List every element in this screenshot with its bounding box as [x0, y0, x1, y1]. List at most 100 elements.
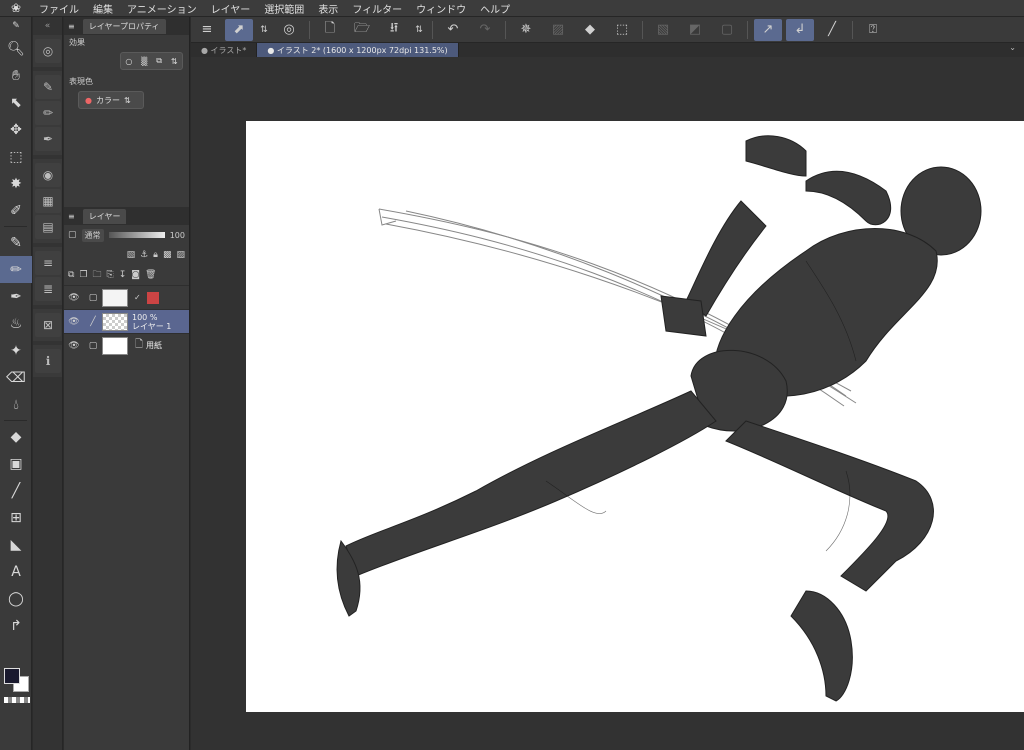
menu-layer[interactable]: レイヤー [204, 1, 258, 16]
border-effect-icon[interactable]: ○ [125, 57, 132, 66]
lock-transparent-icon[interactable]: ▩ [163, 250, 172, 260]
chevron-updown-icon[interactable]: ⇅ [257, 19, 271, 41]
tone-effect-icon[interactable]: ▒ [141, 57, 147, 66]
eye-icon[interactable]: 👁︎ [64, 317, 84, 327]
pencil-tool-icon[interactable]: ✏ [0, 256, 32, 283]
navigator-icon[interactable]: ◎ [35, 39, 61, 63]
save-icon[interactable]: ⭿ [380, 19, 408, 41]
new-folder-icon[interactable]: 🗀︎ [93, 267, 102, 283]
tool-property-icon[interactable]: ✏ [35, 101, 61, 125]
ruler-tool-icon[interactable]: ◣ [0, 531, 32, 558]
frame-tool-icon[interactable]: ⊞ [0, 504, 32, 531]
collapse-icon[interactable]: « [33, 17, 62, 35]
invert-selection-icon[interactable]: ◩ [681, 19, 709, 41]
panel-menu-icon[interactable]: ≡ [68, 22, 75, 31]
move-tool-icon[interactable]: ✥ [0, 116, 32, 143]
text-tool-icon[interactable]: A [0, 558, 32, 585]
object-tool-icon[interactable]: ⬉ [0, 89, 32, 116]
decoration-tool-icon[interactable]: ✦ [0, 337, 32, 364]
lock-icon[interactable]: 🔒︎ [153, 250, 158, 260]
redo-icon[interactable]: ↷ [471, 19, 499, 41]
deselect-icon[interactable]: ▧ [649, 19, 677, 41]
help-icon[interactable]: ⍰ [859, 19, 887, 41]
quick-access-icon[interactable]: ⬈ [225, 18, 253, 41]
color-set-icon[interactable]: ▦ [35, 189, 61, 213]
figure-tool-icon[interactable]: ╱ [0, 477, 32, 504]
snap-grid-icon[interactable]: ╱ [818, 19, 846, 41]
eye-icon[interactable]: 👁︎ [64, 341, 84, 351]
menu-filter[interactable]: フィルター [345, 1, 409, 16]
artboard[interactable] [246, 121, 1024, 712]
airbrush-tool-icon[interactable]: ♨ [0, 310, 32, 337]
fill-bucket-icon[interactable]: ◆ [576, 19, 604, 41]
undo-icon[interactable]: ↶ [439, 19, 467, 41]
material-icon[interactable]: ⊠ [35, 313, 61, 337]
chevron-updown-icon[interactable]: ⇅ [412, 19, 426, 41]
color-history-icon[interactable]: ▤ [35, 215, 61, 239]
blend-tool-icon[interactable]: 💧︎ [0, 391, 32, 418]
copy-layer-icon[interactable]: ⎘ [107, 270, 114, 280]
new-vector-layer-icon[interactable]: ❐ [79, 270, 87, 280]
eraser-tool-icon[interactable]: ⌫ [0, 364, 32, 391]
pen-icon[interactable]: ✎ [0, 17, 32, 35]
brush-tool-icon[interactable]: ✒ [0, 283, 32, 310]
menu-animation[interactable]: アニメーション [120, 1, 204, 16]
lock-checkbox[interactable]: ▢ [84, 293, 102, 303]
menu-help[interactable]: ヘルプ [473, 1, 517, 16]
expression-color-select[interactable]: ● カラー ⇅ [78, 91, 144, 109]
transparent-color-swatch[interactable] [4, 697, 30, 703]
brush-size-icon[interactable]: ✒ [35, 127, 61, 151]
layer-tab[interactable]: レイヤー [82, 208, 127, 224]
reference-icon[interactable]: ⚓ [140, 250, 148, 260]
document-tab-1[interactable]: ● イラスト* [191, 43, 258, 57]
effect-buttons[interactable]: ○ ▒ ⧉ ⇅ [120, 52, 183, 70]
blend-mode-icon[interactable]: ▢ [68, 230, 77, 240]
layer-dock-icon[interactable]: ≣ [35, 277, 61, 301]
menu-selection[interactable]: 選択範囲 [257, 1, 311, 16]
selection-tool-icon[interactable]: ⬚ [0, 143, 32, 170]
layer-color-icon[interactable]: ⧉ [156, 56, 162, 66]
color-wheel-icon[interactable]: ◉ [35, 163, 61, 187]
open-file-icon[interactable]: 🗁︎ [348, 19, 376, 41]
clear-icon[interactable]: ▨ [544, 19, 572, 41]
gradient-tool-icon[interactable]: ▣ [0, 450, 32, 477]
chevron-down-icon[interactable]: ⌄ [1001, 43, 1024, 57]
menu-edit[interactable]: 編集 [86, 1, 120, 16]
layer-property-tab[interactable]: レイヤープロパティ [82, 18, 166, 34]
layer-row-sketch[interactable]: 👁︎ ▢ ✓ [64, 285, 189, 309]
snap-special-ruler-icon[interactable]: ↲ [786, 18, 814, 41]
panel-menu-icon[interactable]: ≡ [68, 212, 75, 221]
menu-view[interactable]: 表示 [311, 1, 345, 16]
snap-icon[interactable]: ◎ [275, 19, 303, 41]
hamburger-menu-icon[interactable]: ≡ [193, 19, 221, 41]
transform-icon[interactable]: ⬚ [608, 19, 636, 41]
clip-icon[interactable]: ▧ [127, 250, 136, 260]
new-file-icon[interactable]: 🗋︎ [316, 19, 344, 41]
opacity-slider[interactable] [108, 232, 165, 238]
hand-tool-icon[interactable]: ✋︎ [0, 62, 32, 89]
main-color-swatch[interactable] [4, 668, 20, 684]
layer-row-paper[interactable]: 👁︎ ▢ 🗋︎ 用紙 [64, 333, 189, 357]
layer-mask-icon[interactable]: ◙ [131, 270, 140, 280]
menu-file[interactable]: ファイル [32, 1, 86, 16]
sub-tool-icon[interactable]: ✎ [35, 75, 61, 99]
delete-layer-icon[interactable]: 🗑︎ [145, 270, 156, 280]
eye-icon[interactable]: 👁︎ [64, 293, 84, 303]
info-icon[interactable]: ℹ [35, 349, 61, 373]
snap-ruler-icon[interactable]: ↗ [754, 18, 782, 41]
blend-mode-select[interactable]: 通常 [81, 228, 104, 242]
mask-icon[interactable]: ▨ [176, 250, 185, 260]
layer-property-dock-icon[interactable]: ≡ [35, 251, 61, 275]
opacity-value[interactable]: 100 [170, 231, 185, 240]
layer-row-layer1[interactable]: 👁︎ ╱ 100 % レイヤー 1 [64, 309, 189, 333]
fill-tool-icon[interactable]: ◆ [0, 423, 32, 450]
effect-dropdown-icon[interactable]: ⇅ [171, 57, 178, 66]
lock-checkbox[interactable]: ▢ [84, 341, 102, 351]
new-raster-layer-icon[interactable]: ⧉ [68, 270, 74, 280]
show-selection-icon[interactable]: ▢ [713, 19, 741, 41]
document-tab-2[interactable]: ● イラスト 2* (1600 x 1200px 72dpi 131.5%) [257, 43, 459, 57]
merge-layer-icon[interactable]: ↧ [119, 270, 127, 280]
pen-tool-icon[interactable]: ✎ [0, 229, 32, 256]
balloon-tool-icon[interactable]: ◯ [0, 585, 32, 612]
zoom-tool-icon[interactable]: 🔍︎ [0, 35, 32, 62]
